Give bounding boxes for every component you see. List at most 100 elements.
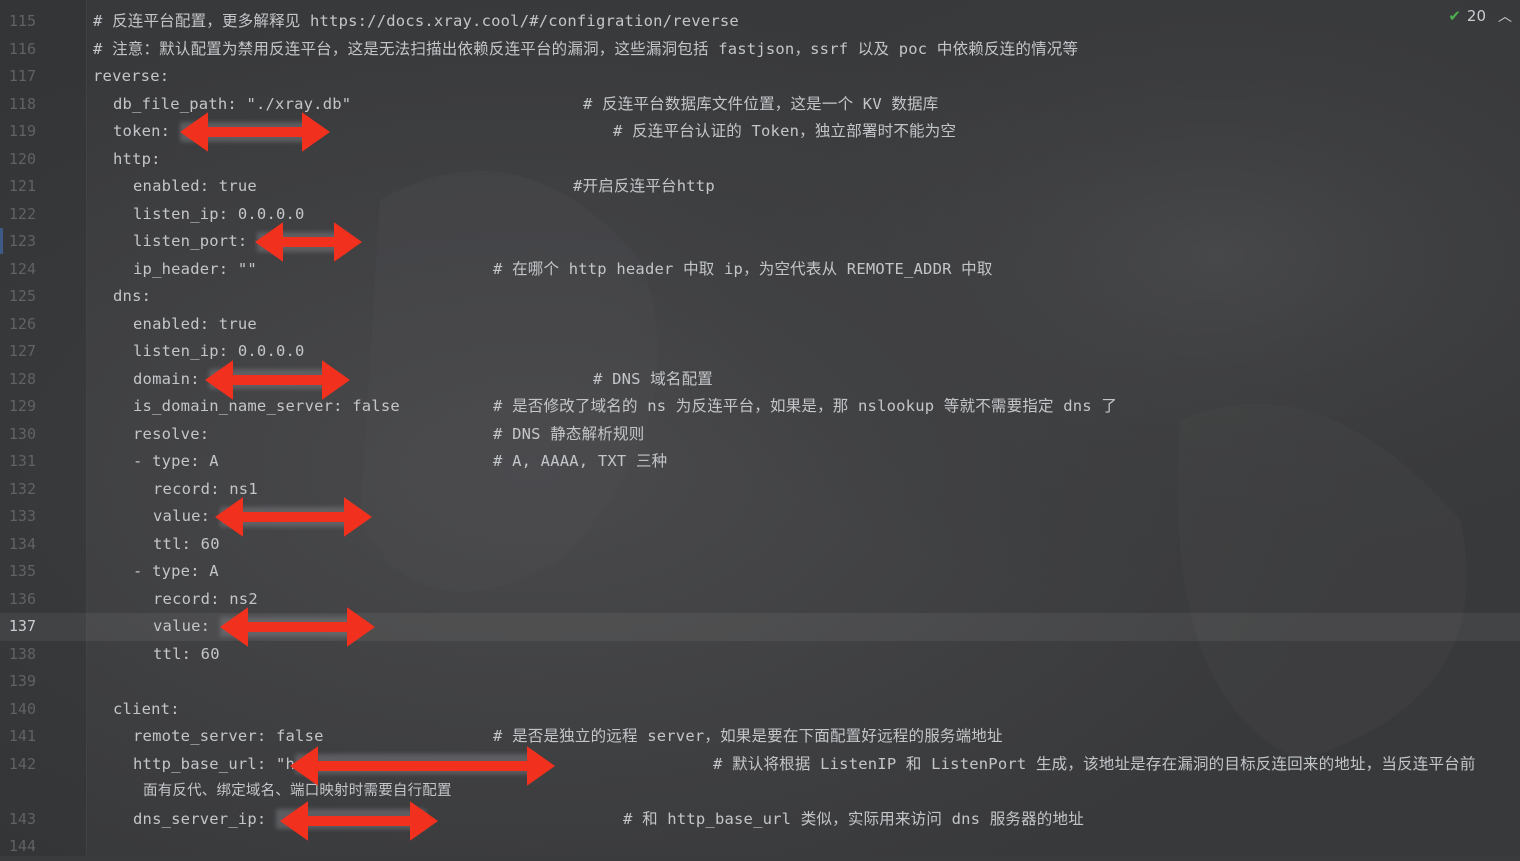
line-number: 132 — [8, 479, 36, 498]
code-line[interactable]: 129 is_domain_name_server: false # 是否修改了域名… — [0, 393, 1520, 421]
line-number: 119 — [8, 122, 36, 140]
code-line[interactable]: 144 — [0, 833, 1520, 861]
code-comment: # 反连平台认证的 Token，独立部署时不能为空 — [613, 122, 957, 140]
code-line[interactable]: 134 ttl: 60 — [0, 531, 1520, 559]
code-text: client: — [113, 699, 180, 718]
code-text: enabled: true — [133, 177, 257, 195]
code-text: - type: A — [133, 452, 219, 470]
code-line[interactable]: 138 ttl: 60 — [0, 641, 1520, 669]
line-number: 128 — [8, 369, 36, 388]
code-line[interactable]: 117 reverse: — [0, 63, 1520, 91]
line-number: 142 — [8, 754, 36, 773]
code-comment: #开启反连平台http — [573, 177, 715, 195]
code-text: # 注意：默认配置为禁用反连平台，这是无法扫描出依赖反连平台的漏洞，这些漏洞包括… — [93, 39, 1079, 58]
line-number: 133 — [8, 507, 36, 525]
code-text: value: — [153, 613, 350, 641]
line-number: 144 — [8, 837, 36, 855]
code-line[interactable]: 133 value: — [0, 503, 1520, 531]
code-comment: # A, AAAA, TXT 三种 — [493, 452, 668, 470]
redacted-value — [256, 231, 347, 252]
line-number: 120 — [8, 149, 36, 168]
code-text: listen_port: — [133, 228, 347, 256]
line-number: 116 — [8, 39, 36, 58]
code-text: listen_ip: 0.0.0.0 — [133, 204, 305, 223]
code-text: reverse: — [93, 67, 170, 85]
code-comment: # 是否是独立的远程 server，如果是要在下面配置好远程的服务端地址 — [493, 727, 1003, 745]
code-comment: # DNS 静态解析规则 — [493, 424, 645, 443]
code-text: - type: A — [133, 562, 219, 580]
line-number: 126 — [8, 314, 36, 333]
code-line[interactable]: 124 ip_header: "" # 在哪个 http header 中取 ip，… — [0, 256, 1520, 284]
code-line[interactable]: 115 # 反连平台配置，更多解释见 https://docs.xray.cool… — [0, 8, 1520, 36]
code-line[interactable]: 139 — [0, 668, 1520, 696]
code-line[interactable]: 132 record: ns1 — [0, 476, 1520, 504]
inspection-widget[interactable]: ✔ 20 ︿ — [1448, 4, 1512, 28]
code-text: record: ns1 — [153, 479, 258, 498]
code-text: listen_ip: 0.0.0.0 — [133, 342, 305, 360]
code-text: dns_server_ip: — [133, 806, 426, 834]
code-text: token: — [113, 118, 310, 146]
code-line[interactable]: 135 - type: A — [0, 558, 1520, 586]
line-number: 129 — [8, 397, 36, 415]
code-comment: # 是否修改了域名的 ns 为反连平台，如果是，那 nslookup 等就不需要… — [493, 397, 1118, 415]
inspection-count: 20 — [1466, 7, 1486, 25]
code-line[interactable]: 130 resolve: # DNS 静态解析规则 — [0, 421, 1520, 449]
line-number: 121 — [8, 177, 36, 195]
code-text: http: — [113, 149, 161, 168]
code-text: ttl: 60 — [153, 644, 220, 663]
code-line[interactable]: 121 enabled: true #开启反连平台http — [0, 173, 1520, 201]
code-comment: # DNS 域名配置 — [593, 369, 713, 388]
line-number: 124 — [8, 259, 36, 278]
code-text: db_file_path: "./xray.db" — [113, 94, 352, 113]
line-number: 136 — [8, 589, 36, 608]
code-line[interactable]: 143 dns_server_ip: # 和 http_base_url 类似，实… — [0, 806, 1520, 834]
code-line[interactable]: 137 value: — [0, 613, 1520, 641]
redacted-value — [295, 754, 536, 774]
code-line[interactable]: 122 listen_ip: 0.0.0.0 — [0, 201, 1520, 229]
chevron-up-icon[interactable]: ︿ — [1498, 6, 1512, 26]
code-line[interactable]: 131 - type: A # A, AAAA, TXT 三种 — [0, 448, 1520, 476]
code-line[interactable]: 116 # 注意：默认配置为禁用反连平台，这是无法扫描出依赖反连平台的漏洞，这些漏… — [0, 36, 1520, 64]
code-line[interactable]: 141 remote_server: false # 是否是独立的远程 server… — [0, 723, 1520, 751]
redacted-value — [219, 506, 350, 527]
code-text: remote_server: false — [133, 727, 324, 745]
redacted-value — [275, 809, 426, 829]
code-line[interactable]: 142 http_base_url: "h # 默认将根据 ListenIP 和 L… — [0, 751, 1520, 779]
code-line[interactable]: 119 token: # 反连平台认证的 Token，独立部署时不能为空 — [0, 118, 1520, 146]
line-number: 140 — [8, 699, 36, 718]
code-editor[interactable]: 115 # 反连平台配置，更多解释见 https://docs.xray.cool… — [0, 8, 1520, 861]
code-comment: # 和 http_base_url 类似，实际用来访问 dns 服务器的地址 — [623, 809, 1084, 828]
code-line[interactable]: 120 http: — [0, 146, 1520, 174]
code-text: is_domain_name_server: false — [133, 397, 400, 415]
code-line[interactable]: 118 db_file_path: "./xray.db" # 反连平台数据库文件位… — [0, 91, 1520, 119]
code-line[interactable]: 125 dns: — [0, 283, 1520, 311]
line-number: 138 — [8, 644, 36, 663]
code-text: dns: — [113, 287, 152, 305]
line-number: 134 — [8, 534, 36, 553]
line-number: 117 — [8, 67, 36, 85]
code-line[interactable]: 128 domain: # DNS 域名配置 — [0, 366, 1520, 394]
redacted-value — [219, 616, 350, 637]
line-number: 139 — [8, 672, 36, 690]
code-line[interactable]: 123 listen_port: — [0, 228, 1520, 256]
code-text: domain: — [133, 366, 330, 394]
code-comment: # 默认将根据 ListenIP 和 ListenPort 生成，该地址是存在漏… — [713, 754, 1476, 773]
line-number: 143 — [8, 809, 36, 828]
line-number: 115 — [8, 12, 36, 30]
code-text: value: — [153, 503, 350, 531]
code-line[interactable]: 127 listen_ip: 0.0.0.0 — [0, 338, 1520, 366]
code-comment: # 反连平台数据库文件位置，这是一个 KV 数据库 — [583, 94, 939, 113]
code-line[interactable]: 面有反代、绑定域名、端口映射时需要自行配置 — [0, 778, 1520, 806]
line-number: 141 — [8, 727, 36, 745]
redacted-value — [179, 121, 310, 142]
code-line[interactable]: 136 record: ns2 — [0, 586, 1520, 614]
line-number: 125 — [8, 287, 36, 305]
code-line[interactable]: 140 client: — [0, 696, 1520, 724]
line-number: 123 — [8, 232, 36, 250]
line-number: 122 — [8, 204, 36, 223]
code-comment: # 在哪个 http header 中取 ip，为空代表从 REMOTE_ADD… — [493, 259, 993, 278]
code-text: record: ns2 — [153, 589, 258, 608]
redacted-value — [209, 369, 330, 389]
line-number: 137 — [8, 617, 36, 635]
code-line[interactable]: 126 enabled: true — [0, 311, 1520, 339]
